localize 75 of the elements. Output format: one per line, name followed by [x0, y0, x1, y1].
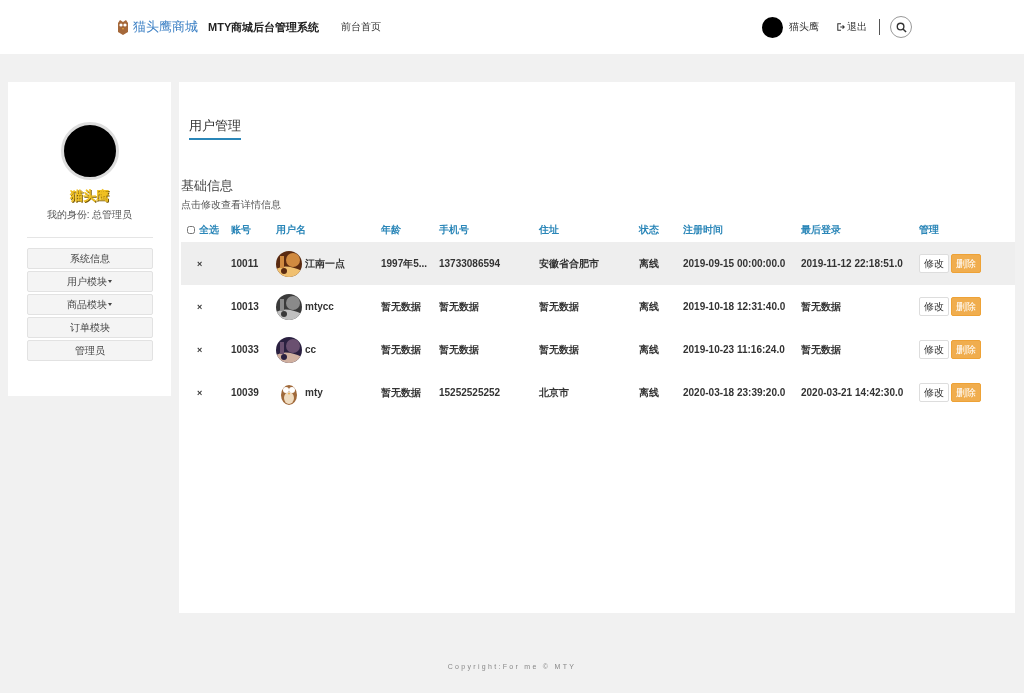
menu-item[interactable]: 订单模块: [26, 317, 153, 338]
table-cell: 离线: [639, 343, 659, 355]
column-header: 手机号: [439, 224, 469, 235]
table-cell: 离线: [639, 300, 659, 312]
menu-item[interactable]: 管理员: [26, 340, 153, 361]
table-cell: 暂无数据: [381, 343, 421, 355]
table-cell: 2019-11-12 22:18:51.0: [801, 258, 903, 269]
search-icon: [895, 21, 907, 33]
table-cell: 北京市: [539, 386, 569, 398]
table-cell: mty: [305, 387, 323, 398]
system-title: MTY商城后台管理系统: [208, 19, 320, 35]
logout-icon: [837, 23, 845, 31]
table-cell: cc: [305, 344, 317, 355]
table-cell: 离线: [639, 386, 659, 398]
brand-link[interactable]: 猫头鹰商城: [133, 18, 198, 36]
table-row[interactable]: × 10011 江南一点 1997年5... 13733086594 安徽省合肥市 离线 2019-09-15 00:00:00.0 2019-11-12 22:18:51.0 修改 删除: [181, 242, 1015, 285]
section-title: 基础信息: [181, 177, 234, 195]
table-cell: 暂无数据: [381, 386, 421, 398]
column-header: 用户名: [276, 224, 306, 235]
search-button[interactable]: [890, 16, 912, 38]
table-cell: 暂无数据: [801, 300, 841, 312]
table-cell: 2020-03-21 14:42:30.0: [801, 387, 904, 398]
edit-button[interactable]: 修改: [919, 297, 949, 316]
table-row[interactable]: × 10039 mty 暂无数据 15252525252 北京市 离线 2020-03-18 23:39:20.0 2020-03-21 14:42:30.0 修改 删除: [181, 371, 1015, 414]
nav-link[interactable]: 前台首页: [341, 20, 382, 34]
user-avatar[interactable]: [762, 16, 783, 38]
edit-button[interactable]: 修改: [919, 383, 949, 402]
table-cell: 暂无数据: [439, 300, 479, 312]
profile-role: 我的身份: 总管理员: [46, 208, 133, 222]
column-header: 最后登录: [801, 224, 841, 235]
select-all-label[interactable]: 全选: [199, 224, 219, 235]
table-cell: 10033: [231, 344, 259, 355]
column-header: 管理: [919, 224, 939, 235]
column-header: 状态: [639, 224, 659, 235]
table-cell: 暂无数据: [381, 300, 421, 312]
section-hint: 点击修改查看详情信息: [181, 198, 282, 212]
edit-button[interactable]: 修改: [919, 340, 949, 359]
table-cell: 暂无数据: [439, 343, 479, 355]
table-cell: 2020-03-18 23:39:20.0: [683, 387, 786, 398]
column-header: 账号: [231, 224, 251, 235]
table-cell: 15252525252: [439, 387, 501, 398]
menu-item[interactable]: 商品模块: [26, 294, 153, 315]
table-cell: 暂无数据: [539, 300, 579, 312]
table-cell: 10039: [231, 387, 259, 398]
table-cell: 1997年5...: [381, 257, 428, 269]
table-row[interactable]: × 10013 mtycc 暂无数据 暂无数据 暂无数据 离线 2019-10-18 12:31:40.0 暂无数据 修改 删除: [181, 285, 1015, 328]
page-tab[interactable]: 用户管理: [189, 118, 241, 140]
select-all-checkbox[interactable]: [187, 226, 195, 235]
table-cell: 2019-10-18 12:31:40.0: [683, 301, 786, 312]
column-header: 住址: [539, 224, 559, 235]
menu-item[interactable]: 用户模块: [26, 271, 153, 292]
logout-link[interactable]: 退出: [837, 20, 867, 34]
table-cell: 江南一点: [305, 256, 345, 271]
remove-mark[interactable]: ×: [197, 345, 203, 355]
table-cell: 13733086594: [439, 258, 501, 269]
profile-name: 猫头鹰: [70, 187, 109, 205]
user-name: 猫头鹰: [789, 20, 819, 34]
column-header: 注册时间: [683, 224, 723, 235]
table-cell: 2019-10-23 11:16:24.0: [683, 344, 785, 355]
table-cell: mtycc: [305, 301, 334, 312]
remove-mark[interactable]: ×: [197, 259, 203, 269]
table-cell: 10013: [231, 301, 259, 312]
table-cell: 2019-09-15 00:00:00.0: [683, 258, 786, 269]
column-header: 年龄: [381, 224, 401, 235]
menu-item[interactable]: 系统信息: [26, 248, 153, 269]
table-cell: 10011: [231, 258, 259, 269]
table-cell: 安徽省合肥市: [539, 257, 599, 269]
table-cell: 离线: [639, 257, 659, 269]
owl-logo-icon: [116, 19, 130, 35]
table-cell: 暂无数据: [801, 343, 841, 355]
remove-mark[interactable]: ×: [197, 388, 203, 398]
remove-mark[interactable]: ×: [197, 302, 203, 312]
table-row[interactable]: × 10033 cc 暂无数据 暂无数据 暂无数据 离线 2019-10-23 11:16:24.0 暂无数据 修改 删除: [181, 328, 1015, 371]
table-cell: 暂无数据: [539, 343, 579, 355]
edit-button[interactable]: 修改: [919, 254, 949, 273]
